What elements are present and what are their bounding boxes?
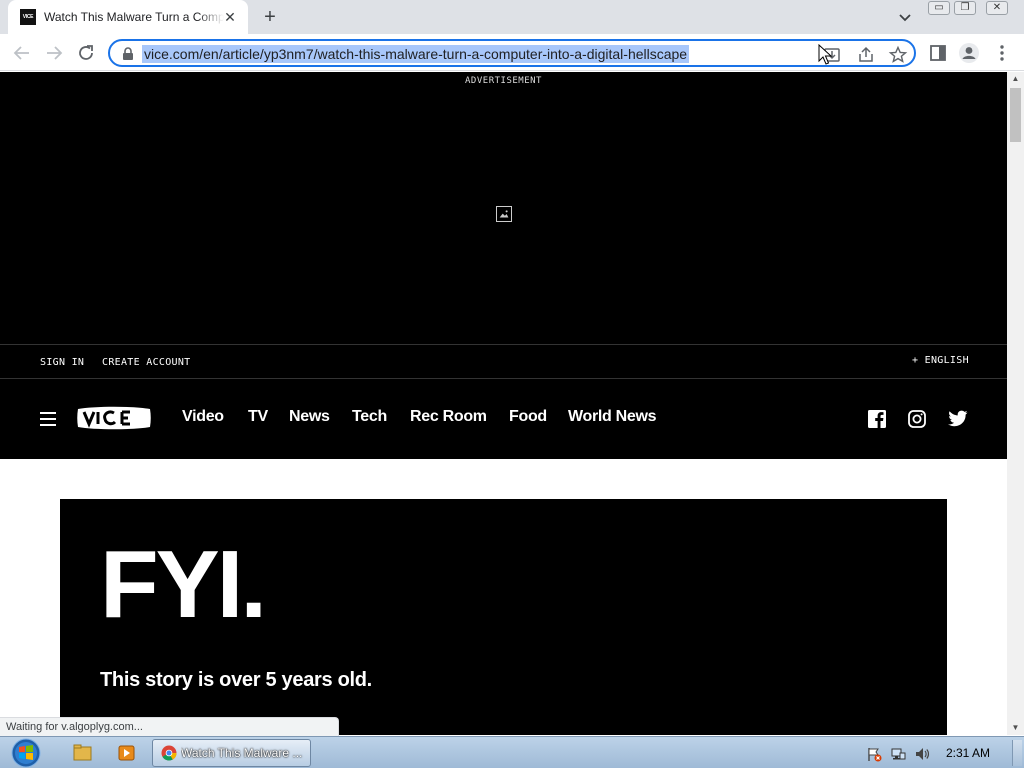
new-tab-button[interactable]: + xyxy=(258,6,282,28)
broken-image-icon xyxy=(496,206,512,222)
nav-item-tech[interactable]: Tech xyxy=(352,408,387,426)
scroll-up-icon[interactable]: ▲ xyxy=(1007,72,1024,86)
share-icon[interactable] xyxy=(856,45,876,65)
lock-icon[interactable] xyxy=(122,47,134,60)
close-window-icon[interactable]: ✕ xyxy=(986,1,1008,15)
forward-icon[interactable] xyxy=(43,42,65,64)
bookmark-star-icon[interactable] xyxy=(888,45,908,65)
browser-tab[interactable]: VICE Watch This Malware Turn a Computer … xyxy=(8,0,248,34)
language-selector[interactable]: + ENGLISH xyxy=(912,355,969,366)
vice-favicon-icon: VICE xyxy=(20,9,36,25)
fyi-headline: FYI. xyxy=(100,531,267,638)
profile-avatar-icon[interactable] xyxy=(958,42,980,64)
file-explorer-icon[interactable] xyxy=(64,740,100,766)
nav-item-tv[interactable]: TV xyxy=(248,408,268,426)
twitter-icon[interactable] xyxy=(948,410,968,428)
nav-item-rec-room[interactable]: Rec Room xyxy=(410,408,487,426)
vice-logo[interactable] xyxy=(76,406,152,430)
browser-toolbar: vice.com/en/article/yp3nm7/watch-this-ma… xyxy=(0,34,1024,71)
nav-item-food[interactable]: Food xyxy=(509,408,547,426)
favicon-text: VICE xyxy=(22,14,34,20)
back-icon[interactable] xyxy=(11,42,33,64)
tab-title: Watch This Malware Turn a Computer into … xyxy=(44,10,224,24)
facebook-icon[interactable] xyxy=(868,410,886,428)
account-bar: SIGN IN CREATE ACCOUNT + ENGLISH xyxy=(0,344,1007,379)
action-center-flag-icon[interactable] xyxy=(866,746,882,762)
site-nav-bar: Video TV News Tech Rec Room Food World N… xyxy=(0,379,1007,459)
minimize-icon[interactable]: ▭ xyxy=(928,1,950,15)
taskbar-task-label: Watch This Malware ... xyxy=(181,746,303,760)
nav-item-world-news[interactable]: World News xyxy=(568,408,657,426)
article-banner: FYI. This story is over 5 years old. xyxy=(60,499,947,735)
nav-item-video[interactable]: Video xyxy=(182,408,224,426)
advertisement-area[interactable]: ADVERTISEMENT xyxy=(0,72,1007,344)
network-icon[interactable] xyxy=(890,746,906,762)
restore-icon[interactable]: ❐ xyxy=(954,1,976,15)
tab-strip: VICE Watch This Malware Turn a Computer … xyxy=(0,0,1024,34)
create-account-link[interactable]: CREATE ACCOUNT xyxy=(102,357,191,368)
address-bar[interactable]: vice.com/en/article/yp3nm7/watch-this-ma… xyxy=(108,39,916,67)
vertical-scrollbar[interactable]: ▲ ▼ xyxy=(1007,72,1024,735)
instagram-icon[interactable] xyxy=(908,410,926,428)
media-player-icon[interactable] xyxy=(108,740,144,766)
url-text[interactable]: vice.com/en/article/yp3nm7/watch-this-ma… xyxy=(142,45,690,63)
nav-item-news[interactable]: News xyxy=(289,408,330,426)
volume-icon[interactable] xyxy=(914,746,930,762)
tab-search-chevron-icon[interactable] xyxy=(896,8,914,26)
chrome-icon xyxy=(161,745,177,761)
status-bubble: Waiting for v.algoplyg.com... xyxy=(0,717,339,736)
sign-in-link[interactable]: SIGN IN xyxy=(40,357,84,368)
taskbar-chrome-task[interactable]: Watch This Malware ... xyxy=(152,739,311,767)
taskbar-clock[interactable]: 2:31 AM xyxy=(946,746,990,760)
side-panel-icon[interactable] xyxy=(927,42,949,64)
ad-label: ADVERTISEMENT xyxy=(465,76,542,86)
tab-close-icon[interactable]: ✕ xyxy=(222,9,238,25)
chrome-menu-icon[interactable] xyxy=(991,42,1013,64)
show-desktop-button[interactable] xyxy=(1012,740,1022,766)
page-viewport: ADVERTISEMENT SIGN IN CREATE ACCOUNT + E… xyxy=(0,72,1007,735)
scroll-thumb[interactable] xyxy=(1010,88,1021,142)
scroll-down-icon[interactable]: ▼ xyxy=(1007,721,1024,735)
hamburger-menu-icon[interactable] xyxy=(40,412,56,426)
mouse-cursor-icon xyxy=(818,44,832,65)
reload-icon[interactable] xyxy=(75,42,97,64)
story-age-note: This story is over 5 years old. xyxy=(100,669,372,691)
start-orb-icon[interactable] xyxy=(8,738,44,768)
windows-taskbar: Watch This Malware ... 2:31 AM xyxy=(0,736,1024,768)
